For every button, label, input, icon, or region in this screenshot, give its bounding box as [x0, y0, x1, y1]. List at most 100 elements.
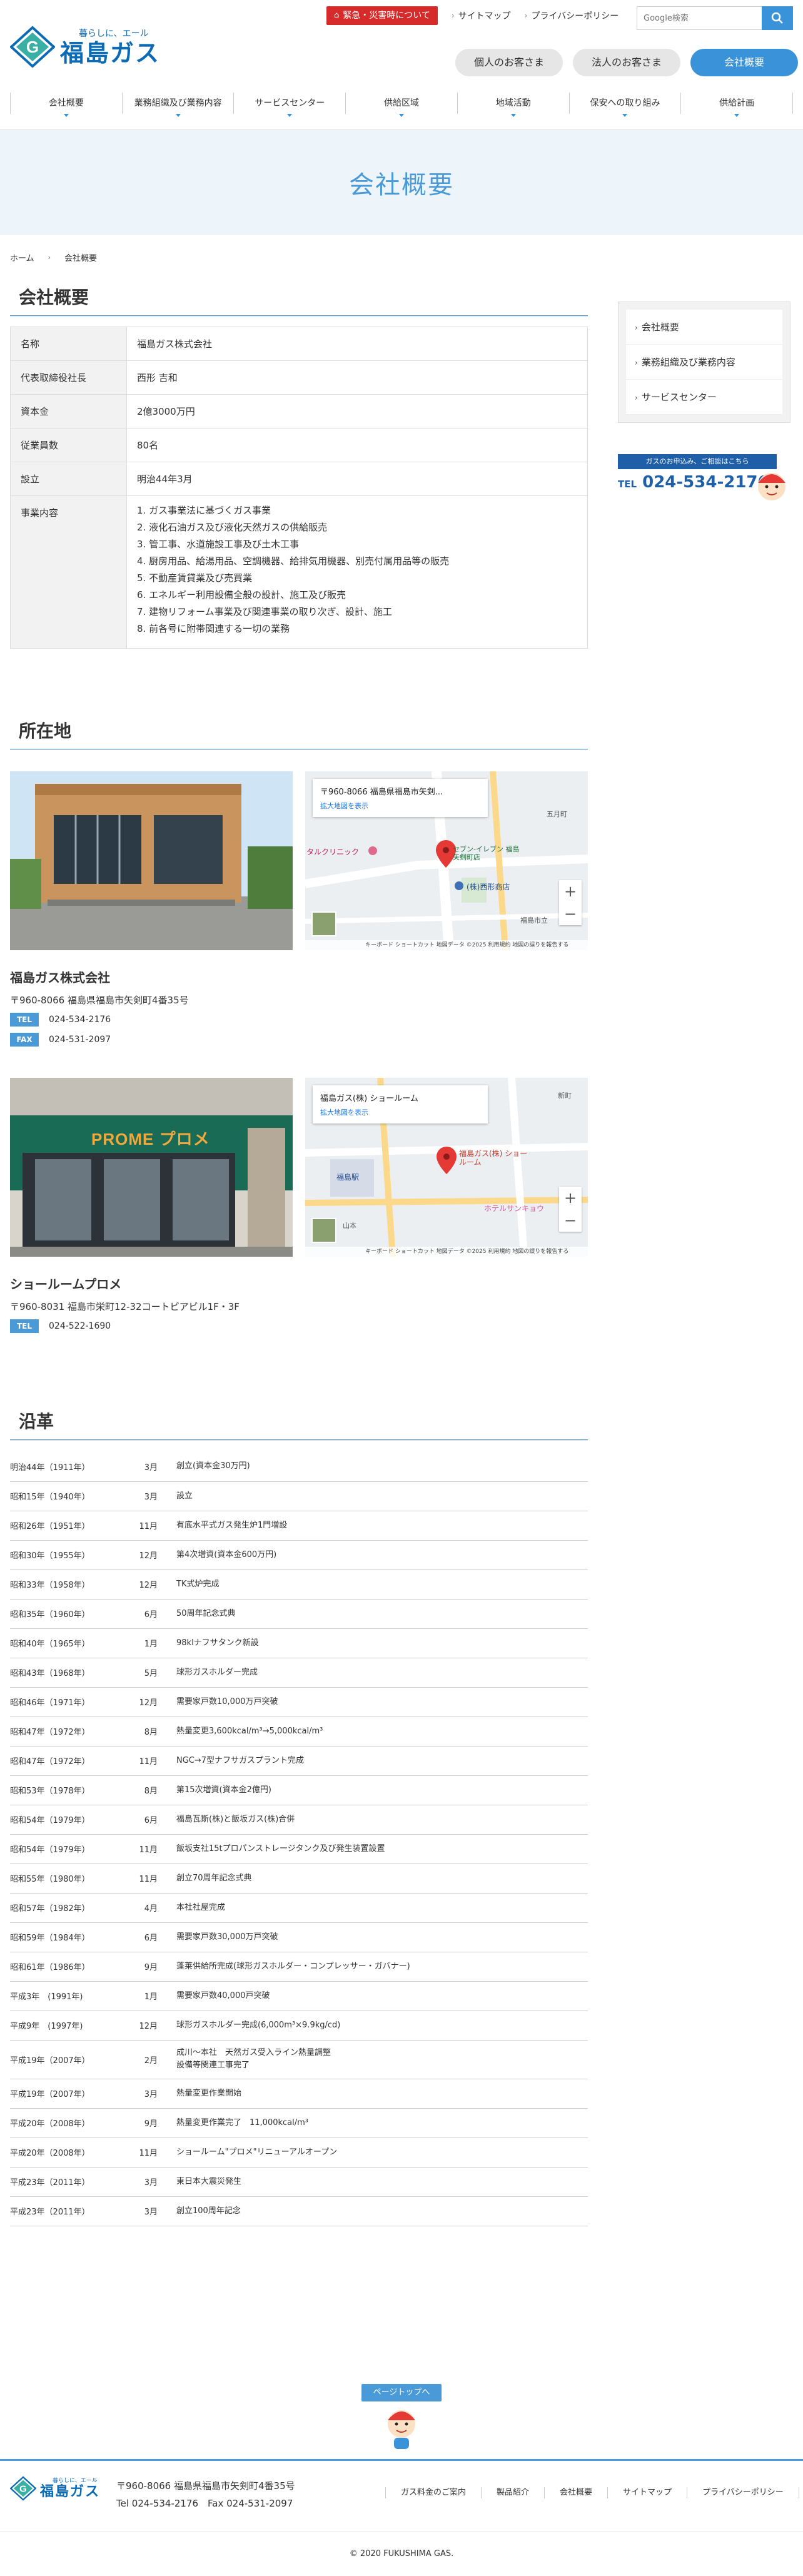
history-month: 2月	[129, 2040, 168, 2079]
side-menu-item-overview[interactable]: › 会社概要	[626, 310, 782, 345]
map-place-label: (株)西形商店	[467, 883, 510, 891]
history-event: 球形ガスホルダー完成(6,000m³×9.9kg/cd)	[168, 2011, 588, 2041]
emergency-button[interactable]: ⌂ 緊急・災害時について	[326, 6, 438, 25]
search-form	[637, 6, 793, 30]
breadcrumb-home[interactable]: ホーム	[10, 251, 34, 263]
side-menu-item-organization[interactable]: › 業務組織及び業務内容	[626, 345, 782, 380]
history-year: 昭和59年（1984年）	[10, 1922, 129, 1952]
tab-company[interactable]: 会社概要	[690, 49, 798, 76]
nav-item-supply-area[interactable]: 供給区域	[345, 93, 457, 117]
zoom-out-button[interactable]: −	[559, 903, 582, 925]
history-event: 創立70周年記念式典	[168, 1864, 588, 1894]
showroom-map[interactable]: 福島ガス(株) ショールーム 福島駅 新町 ホテルサンキョウ 山本 福島ガス(株…	[305, 1078, 588, 1257]
nav-item-safety[interactable]: 保安への取り組み	[568, 93, 681, 117]
history-month: 11月	[129, 2137, 168, 2168]
privacy-link[interactable]: › プライバシーポリシー	[525, 9, 619, 22]
logo-name: 福島ガス	[60, 39, 161, 67]
side-contact-banner[interactable]: ガスのお申込み、ご相談はこちら TEL 024-534-2176	[618, 454, 790, 509]
nav-item-service-center[interactable]: サービスセンター	[233, 93, 345, 117]
table-row: 資本金 2億3000万円	[10, 394, 588, 428]
page-top-area: ページトップへ	[0, 2383, 803, 2452]
history-event: TK式炉完成	[168, 1569, 588, 1600]
nav-item-supply-plan[interactable]: 供給計画	[680, 93, 794, 117]
history-event: 本社社屋完成	[168, 1893, 588, 1923]
chevron-right-icon: ›	[635, 393, 638, 402]
history-year: 平成23年（2011年）	[10, 2167, 129, 2197]
history-month: 12月	[129, 2011, 168, 2041]
history-row: 昭和47年（1972年） 8月 熱量変更3,600kcal/m³→5,000kcal…	[10, 1716, 588, 1747]
history-row: 平成23年（2011年） 3月 東日本大震災発生	[10, 2167, 588, 2197]
history-month: 6月	[129, 1922, 168, 1952]
history-row: 昭和59年（1984年） 6月 需要家戸数30,000万戸突破	[10, 1922, 588, 1952]
fax-badge: FAX	[10, 1033, 39, 1047]
tel-number[interactable]: 024-522-1690	[49, 1321, 111, 1331]
footer-link-sitemap[interactable]: サイトマップ	[607, 2487, 687, 2498]
history-row: 昭和54年（1979年） 6月 福島瓦斯(株)と飯坂ガス(株)合併	[10, 1805, 588, 1835]
sitemap-link[interactable]: › サイトマップ	[452, 9, 511, 22]
tab-business[interactable]: 法人のお客さま	[573, 49, 680, 76]
map-enlarge-link[interactable]: 拡大地図を表示	[320, 801, 480, 811]
page-hero: 会社概要	[0, 130, 803, 235]
history-month: 11月	[129, 1511, 168, 1541]
tel-number[interactable]: 024-534-2176	[49, 1015, 111, 1025]
history-row: 昭和47年（1972年） 11月 NGC→7型ナフサガスプラント完成	[10, 1746, 588, 1776]
caret-down-icon	[175, 114, 181, 117]
history-month: 4月	[129, 1893, 168, 1923]
site-logo[interactable]: G 暮らしに、エール 福島ガス	[9, 26, 161, 68]
history-month: 6月	[129, 1805, 168, 1835]
tel-badge: TEL	[10, 1319, 39, 1333]
history-month: 6月	[129, 1599, 168, 1629]
footer-link-products[interactable]: 製品紹介	[481, 2487, 544, 2498]
footer-link-rates[interactable]: ガス料金のご案内	[385, 2487, 481, 2498]
map-place-label: 福島市立	[520, 916, 548, 925]
zoom-in-button[interactable]: +	[559, 880, 582, 903]
footer-logo[interactable]: G 暮らしに、エール 福島ガス	[10, 2475, 100, 2501]
search-button[interactable]	[762, 6, 793, 30]
history-event: 創立100周年記念	[168, 2196, 588, 2226]
map-layer-toggle[interactable]	[311, 1218, 336, 1243]
history-event: NGC→7型ナフサガスプラント完成	[168, 1746, 588, 1776]
zoom-in-button[interactable]: +	[559, 1187, 582, 1209]
nav-item-community[interactable]: 地域活動	[457, 93, 569, 117]
history-year: 平成19年（2007年）	[10, 2079, 129, 2109]
nav-item-overview[interactable]: 会社概要	[10, 93, 122, 117]
caret-down-icon	[622, 114, 628, 117]
nav-item-organization[interactable]: 業務組織及び業務内容	[121, 93, 234, 117]
history-row: 昭和26年（1951年） 11月 有底水平式ガス発生炉1門増設	[10, 1511, 588, 1541]
history-event: ショールーム"プロメ"リニューアルオープン	[168, 2137, 588, 2168]
list-item: 5. 不動産賃貸業及び売買業	[137, 572, 253, 584]
caret-down-icon	[63, 114, 69, 117]
sidebar: › 会社概要 › 業務組織及び業務内容 › サービスセンター ガスのお申込み、ご相談は…	[618, 279, 790, 2226]
map-place-label: 五月町	[547, 810, 567, 818]
map-card-title: 福島ガス(株) ショールーム	[320, 1094, 418, 1103]
section-title-overview: 会社概要	[10, 284, 588, 317]
location-name: ショールームプロメ	[10, 1277, 122, 1292]
history-event: 福島瓦斯(株)と飯坂ガス(株)合併	[168, 1805, 588, 1835]
map-layer-toggle[interactable]	[311, 911, 336, 936]
zoom-out-button[interactable]: −	[559, 1209, 582, 1232]
breadcrumb: ホーム › 会社概要	[0, 235, 803, 279]
tel-badge: TEL	[10, 1013, 39, 1027]
history-year: 平成23年（2011年）	[10, 2196, 129, 2226]
head-office-map[interactable]: タルクリニック セブン-イレブン 福島矢剣町店 (株)西形商店 五月町 福島市立…	[305, 771, 588, 950]
list-item: 6. エネルギー利用設備全般の設計、施工及び販売	[137, 589, 346, 601]
section-title-locations: 所在地	[10, 718, 588, 750]
history-year: 平成9年 (1997年)	[10, 2011, 129, 2041]
map-place-label: タルクリニック	[306, 848, 360, 856]
history-year: 昭和35年（1960年）	[10, 1599, 129, 1629]
footer-link-privacy[interactable]: プライバシーポリシー	[687, 2487, 799, 2498]
contact-banner-heading: ガスのお申込み、ご相談はこちら	[618, 454, 777, 469]
footer-link-company[interactable]: 会社概要	[544, 2487, 607, 2498]
map-enlarge-link[interactable]: 拡大地図を表示	[320, 1107, 480, 1117]
tab-personal[interactable]: 個人のお客さま	[455, 49, 563, 76]
map-card-title: 〒960-8066 福島県福島市矢剣...	[320, 788, 443, 797]
history-row: 昭和30年（1955年） 12月 第4次増資(資本金600万円)	[10, 1540, 588, 1570]
history-year: 昭和54年（1979年）	[10, 1805, 129, 1835]
contact-fax: FAX 024-531-2097	[10, 1033, 588, 1047]
list-item: 2. 液化石油ガス及び液化天然ガスの供給販売	[137, 522, 328, 533]
side-menu-item-service-center[interactable]: › サービスセンター	[626, 380, 782, 415]
page-top-button[interactable]: ページトップへ	[361, 2383, 442, 2401]
search-input[interactable]	[637, 6, 762, 30]
history-year: 昭和30年（1955年）	[10, 1540, 129, 1570]
caret-down-icon	[734, 114, 740, 117]
